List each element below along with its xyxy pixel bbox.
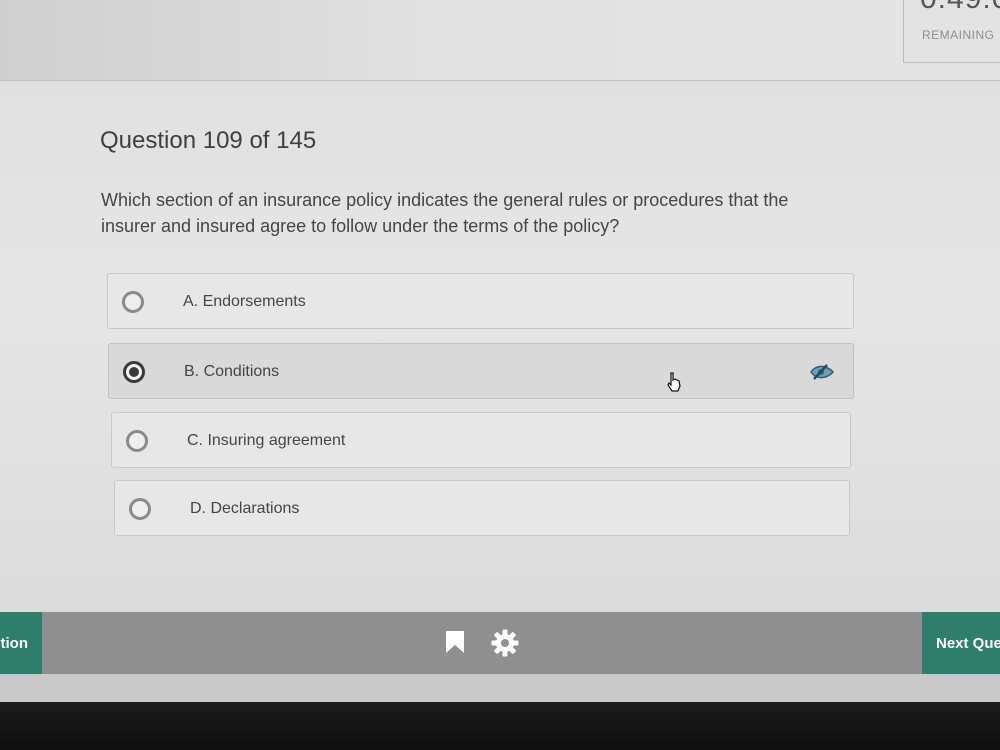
timer-value: 0:49:0 — [920, 0, 1000, 16]
header-bar: 0:49:0 REMAINING — [0, 0, 1000, 81]
footer-bar: Previous Question Next Question — [0, 612, 1000, 674]
previous-question-label: Previous Question — [0, 635, 28, 652]
time-remaining-panel: 0:49:0 REMAINING — [903, 0, 1000, 63]
eye-strikethrough-icon[interactable] — [809, 363, 835, 385]
answer-option-a[interactable]: A. Endorsements — [107, 273, 854, 329]
hand-pointer-icon — [666, 372, 682, 396]
under-strip — [0, 674, 1000, 702]
screen-bezel — [0, 702, 1000, 750]
answer-option-label: A. Endorsements — [183, 293, 306, 310]
radio-button-d[interactable] — [129, 498, 151, 520]
question-title: Question 109 of 145 — [100, 127, 317, 154]
question-text: Which section of an insurance policy ind… — [101, 190, 789, 236]
previous-question-button[interactable]: Previous Question — [0, 612, 42, 674]
next-question-button[interactable]: Next Question — [922, 612, 1000, 674]
answer-option-label: D. Declarations — [190, 500, 300, 517]
answer-option-label: B. Conditions — [184, 363, 280, 380]
answer-option-label: C. Insuring agreement — [187, 432, 346, 449]
answer-option-c[interactable]: C. Insuring agreement — [111, 412, 851, 468]
radio-button-c[interactable] — [126, 430, 148, 452]
radio-button-b[interactable] — [123, 361, 145, 383]
answer-option-d[interactable]: D. Declarations — [114, 480, 850, 536]
timer-label: REMAINING — [922, 28, 995, 42]
next-question-label: Next Question — [936, 635, 1000, 652]
bookmark-icon[interactable] — [444, 630, 466, 658]
answer-option-b[interactable]: B. Conditions — [108, 343, 854, 399]
radio-button-a[interactable] — [122, 291, 144, 313]
gear-icon[interactable] — [491, 629, 519, 661]
